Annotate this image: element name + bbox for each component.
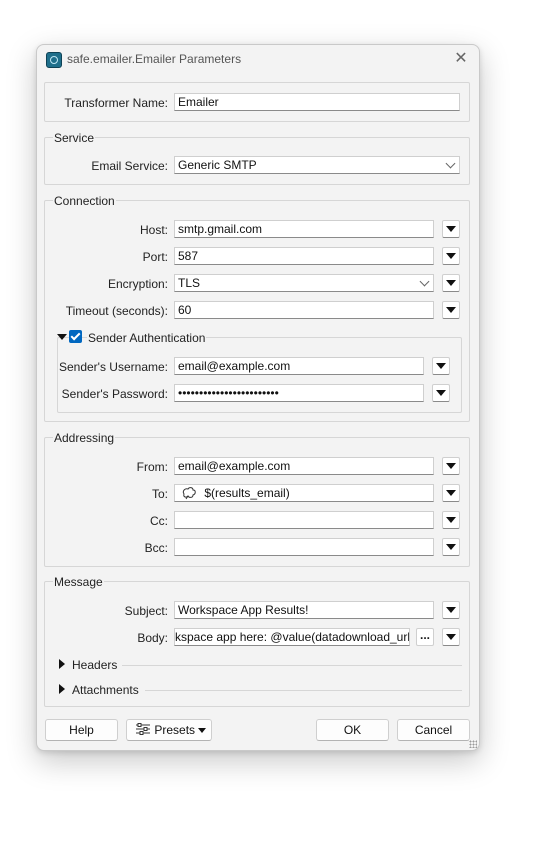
- from-input[interactable]: email@example.com: [174, 457, 434, 475]
- chevron-down-icon: [445, 158, 456, 169]
- presets-icon: [136, 723, 150, 735]
- sender-auth-checkbox[interactable]: [69, 330, 82, 343]
- title-bar: safe.emailer.Emailer Parameters ✕: [37, 45, 479, 75]
- dropdown-arrow-icon: [198, 728, 206, 733]
- host-menu-button[interactable]: [442, 220, 460, 238]
- port-menu-button[interactable]: [442, 247, 460, 265]
- attachments-divider: [145, 690, 462, 691]
- encryption-label: Encryption:: [107, 277, 168, 291]
- password-menu-button[interactable]: [432, 384, 450, 402]
- presets-label: Presets: [154, 723, 196, 737]
- timeout-menu-button[interactable]: [442, 301, 460, 319]
- password-input[interactable]: ••••••••••••••••••••••••: [174, 384, 424, 402]
- resize-grip-icon[interactable]: [469, 740, 477, 748]
- transformer-name-label: Transformer Name:: [64, 96, 168, 110]
- help-button[interactable]: Help: [45, 719, 118, 741]
- headers-expand-icon[interactable]: [59, 659, 65, 669]
- username-input[interactable]: email@example.com: [174, 357, 424, 375]
- subject-menu-button[interactable]: [442, 601, 460, 619]
- body-input[interactable]: kspace app here: @value(datadownload_url…: [174, 628, 410, 646]
- addressing-group-label: Addressing: [53, 431, 116, 445]
- username-menu-button[interactable]: [432, 357, 450, 375]
- to-input[interactable]: $(results_email): [174, 484, 434, 502]
- timeout-input[interactable]: 60: [174, 301, 434, 319]
- chevron-down-icon: [419, 276, 430, 287]
- body-label: Body:: [137, 631, 168, 645]
- sender-auth-label: Sender Authentication: [87, 331, 207, 345]
- encryption-select[interactable]: TLS: [174, 274, 434, 292]
- cc-label: Cc:: [150, 514, 168, 528]
- cc-menu-button[interactable]: [442, 511, 460, 529]
- body-edit-button[interactable]: ...: [416, 628, 434, 646]
- host-input[interactable]: smtp.gmail.com: [174, 220, 434, 238]
- service-group-label: Service: [53, 131, 96, 145]
- body-menu-button[interactable]: [442, 628, 460, 646]
- encryption-value: TLS: [178, 276, 201, 290]
- password-label: Sender's Password:: [61, 387, 168, 401]
- from-label: From:: [136, 460, 168, 474]
- expand-triangle-icon[interactable]: [57, 334, 67, 340]
- subject-label: Subject:: [124, 604, 168, 618]
- email-service-value: Generic SMTP: [178, 158, 257, 172]
- app-icon: [46, 52, 62, 68]
- headers-divider: [122, 665, 462, 666]
- headers-section-label[interactable]: Headers: [71, 658, 119, 672]
- from-menu-button[interactable]: [442, 457, 460, 475]
- host-label: Host:: [139, 223, 168, 237]
- presets-button[interactable]: Presets: [126, 719, 212, 741]
- window-title: safe.emailer.Emailer Parameters: [67, 52, 242, 66]
- close-icon[interactable]: ✕: [451, 49, 471, 69]
- ok-button[interactable]: OK: [316, 719, 389, 741]
- email-service-select[interactable]: Generic SMTP: [174, 156, 460, 174]
- attachments-expand-icon[interactable]: [59, 684, 65, 694]
- transformer-name-input[interactable]: Emailer: [174, 93, 460, 111]
- to-label: To:: [151, 487, 168, 501]
- port-input[interactable]: 587: [174, 247, 434, 265]
- to-value: $(results_email): [204, 486, 290, 500]
- bcc-input[interactable]: [174, 538, 434, 556]
- email-service-label: Email Service:: [91, 159, 168, 173]
- timeout-label: Timeout (seconds):: [65, 304, 168, 318]
- to-menu-button[interactable]: [442, 484, 460, 502]
- bcc-label: Bcc:: [144, 541, 168, 555]
- attachments-section-label[interactable]: Attachments: [71, 683, 140, 697]
- port-label: Port:: [142, 250, 168, 264]
- encryption-menu-button[interactable]: [442, 274, 460, 292]
- bcc-menu-button[interactable]: [442, 538, 460, 556]
- username-label: Sender's Username:: [58, 360, 168, 374]
- parameter-icon: [182, 487, 196, 500]
- subject-input[interactable]: Workspace App Results!: [174, 601, 434, 619]
- cc-input[interactable]: [174, 511, 434, 529]
- message-group-label: Message: [53, 575, 104, 589]
- connection-group-label: Connection: [53, 194, 116, 208]
- cancel-button[interactable]: Cancel: [397, 719, 470, 741]
